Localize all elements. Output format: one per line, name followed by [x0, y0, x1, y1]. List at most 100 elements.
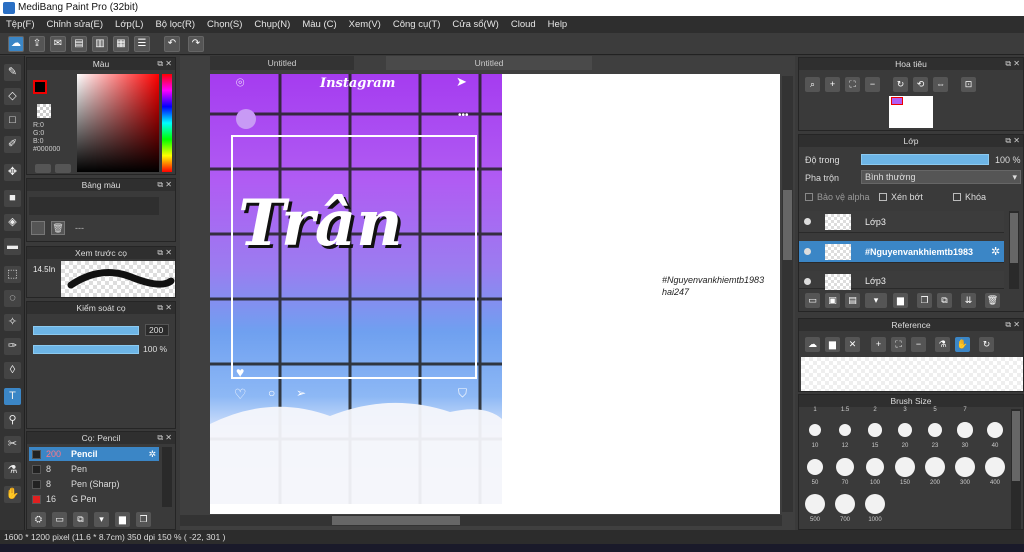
- select-pen-icon[interactable]: ✑: [4, 338, 21, 355]
- brush-size-option[interactable]: 150: [891, 456, 919, 490]
- merge-layer-icon[interactable]: ⧉: [937, 293, 952, 308]
- navigator-thumbnail[interactable]: [889, 96, 933, 128]
- secondary-color-swatch[interactable]: [37, 104, 51, 118]
- brush-tool-icon[interactable]: ✎: [4, 64, 21, 81]
- brush-size-option[interactable]: 500: [801, 493, 829, 527]
- new-brush-icon[interactable]: ▭: [52, 512, 67, 527]
- flip-icon[interactable]: ⇔: [933, 77, 948, 92]
- menu-edit[interactable]: Chỉnh sửa(E): [47, 19, 104, 30]
- menu-file[interactable]: Tệp(F): [6, 19, 35, 30]
- eye-icon[interactable]: [804, 248, 811, 255]
- protect-alpha-checkbox[interactable]: [805, 193, 813, 201]
- brush-item[interactable]: 8 Pen (Sharp): [29, 477, 159, 491]
- hue-slider[interactable]: [162, 74, 172, 172]
- page-icon[interactable]: ▤: [71, 36, 87, 52]
- vertical-scrollbar[interactable]: [782, 76, 793, 512]
- folder-icon[interactable]: ▆: [115, 512, 130, 527]
- color-wheel-icon[interactable]: [35, 164, 51, 173]
- brush-item[interactable]: 16 G Pen: [29, 492, 159, 506]
- layer-opacity-slider[interactable]: [861, 154, 989, 165]
- move-tool-icon[interactable]: ✥: [4, 164, 21, 181]
- brush-size-option[interactable]: 200: [921, 456, 949, 490]
- brush-menu-icon[interactable]: ▾: [94, 512, 109, 527]
- brush-size-option[interactable]: 15: [861, 419, 889, 453]
- close-icon[interactable]: ⧉ ✕: [157, 432, 172, 444]
- select-eraser-icon[interactable]: ◊: [4, 362, 21, 379]
- navigator-viewport[interactable]: [891, 97, 903, 105]
- menu-cloud[interactable]: Cloud: [511, 19, 536, 30]
- rect-tool-icon[interactable]: □: [4, 112, 21, 129]
- layer-row[interactable]: Lớp3: [799, 271, 1004, 290]
- reset-icon[interactable]: ⟲: [913, 77, 928, 92]
- brush-size-option[interactable]: 23: [921, 419, 949, 453]
- brush-list-scrollbar[interactable]: [162, 447, 172, 507]
- horizontal-scroll-thumb[interactable]: [332, 516, 460, 525]
- zoom-out-icon[interactable]: −: [865, 77, 880, 92]
- brush-item[interactable]: 200 Pencil ✲: [29, 447, 159, 461]
- menu-filter[interactable]: Bộ lọc(R): [155, 19, 195, 30]
- close-icon[interactable]: ⧉ ✕: [157, 247, 172, 259]
- cloud-icon[interactable]: ☁: [8, 36, 24, 52]
- close-icon[interactable]: ⧉ ✕: [1005, 319, 1020, 331]
- brush-size-option[interactable]: 400: [981, 456, 1009, 490]
- close-icon[interactable]: ⧉ ✕: [157, 302, 172, 314]
- hand-tool-icon[interactable]: ✋: [4, 486, 21, 503]
- layer-scrollbar[interactable]: [1009, 211, 1019, 289]
- transfer-layer-icon[interactable]: ⇊: [961, 293, 976, 308]
- brush-size-option[interactable]: 10: [801, 419, 829, 453]
- brush-size-option[interactable]: 12: [831, 419, 859, 453]
- brush-size-option[interactable]: 40: [981, 419, 1009, 453]
- color-slider-icon[interactable]: [55, 164, 71, 173]
- brush-size-scroll-thumb[interactable]: [1012, 411, 1020, 481]
- hand-icon[interactable]: ✋: [955, 337, 970, 352]
- menu-layer[interactable]: Lớp(L): [115, 19, 143, 30]
- rotate-icon[interactable]: ↻: [893, 77, 908, 92]
- menu-select[interactable]: Chọn(S): [207, 19, 242, 30]
- document-icon[interactable]: ▥: [92, 36, 108, 52]
- zoom-in-icon[interactable]: +: [825, 77, 840, 92]
- reference-image-area[interactable]: [801, 357, 1023, 391]
- primary-color-swatch[interactable]: [33, 80, 47, 94]
- menu-help[interactable]: Help: [548, 19, 568, 30]
- close-reference-icon[interactable]: ✕: [845, 337, 860, 352]
- eye-icon[interactable]: [804, 278, 811, 285]
- saturation-value-picker[interactable]: [77, 74, 159, 172]
- eraser-tool-icon[interactable]: ◇: [4, 88, 21, 105]
- zoom-out-icon[interactable]: −: [911, 337, 926, 352]
- divide-tool-icon[interactable]: ✂: [4, 436, 21, 453]
- menu-color[interactable]: Màu (C): [302, 19, 336, 30]
- add-brush-icon[interactable]: ⛭: [31, 512, 46, 527]
- brush-size-option[interactable]: 50: [801, 456, 829, 490]
- pen-tool-icon[interactable]: ✐: [4, 136, 21, 153]
- brush-size-option[interactable]: 1000: [861, 493, 889, 527]
- cloud-reference-icon[interactable]: ☁: [805, 337, 820, 352]
- zoom-icon[interactable]: ⌕: [805, 77, 820, 92]
- lock-checkbox[interactable]: [953, 193, 961, 201]
- new-halftone-layer-icon[interactable]: ▣: [825, 293, 840, 308]
- close-icon[interactable]: ⧉ ✕: [1005, 58, 1020, 70]
- horizontal-scrollbar[interactable]: [180, 515, 782, 526]
- layer-menu-icon[interactable]: ▾: [865, 293, 887, 308]
- tab-untitled-1[interactable]: Untitled: [210, 56, 354, 70]
- brush-item[interactable]: 8 Pen: [29, 462, 159, 476]
- duplicate-icon[interactable]: ❐: [136, 512, 151, 527]
- folder-icon[interactable]: ▆: [893, 293, 908, 308]
- eye-icon[interactable]: [804, 218, 811, 225]
- close-icon[interactable]: ⧉ ✕: [157, 58, 172, 70]
- layer-row[interactable]: Lớp3: [799, 211, 1004, 233]
- eyedropper-icon[interactable]: ⚗: [935, 337, 950, 352]
- fill-rect-icon[interactable]: ■: [4, 190, 21, 207]
- list-icon[interactable]: ☰: [134, 36, 150, 52]
- undo-icon[interactable]: ↶: [164, 36, 180, 52]
- vertical-scroll-thumb[interactable]: [783, 190, 792, 260]
- operation-tool-icon[interactable]: ⚲: [4, 412, 21, 429]
- close-icon[interactable]: ⧉ ✕: [157, 179, 172, 191]
- brush-size-value[interactable]: 200: [145, 324, 169, 336]
- fit-icon[interactable]: ⛶: [845, 77, 860, 92]
- brush-size-slider[interactable]: [33, 326, 139, 335]
- grid-icon[interactable]: ▦: [113, 36, 129, 52]
- gradient-tool-icon[interactable]: ▬: [4, 238, 21, 255]
- brush-opacity-slider[interactable]: [33, 345, 139, 354]
- magic-wand-icon[interactable]: ✧: [4, 314, 21, 331]
- open-folder-icon[interactable]: ▆: [825, 337, 840, 352]
